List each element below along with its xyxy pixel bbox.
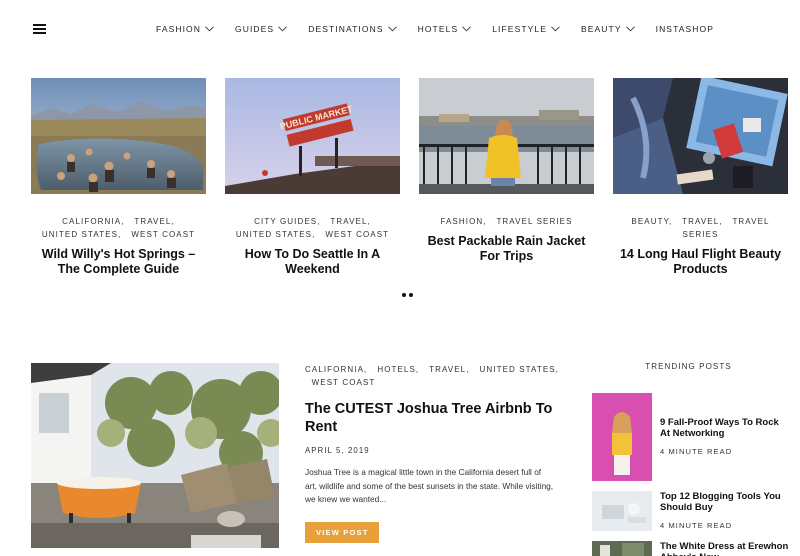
category-link[interactable]: UNITED STATES	[236, 230, 312, 239]
category-link[interactable]: CALIFORNIA	[305, 365, 364, 374]
post-title[interactable]: Best Packable Rain Jacket For Trips	[419, 234, 594, 264]
trending-post-title[interactable]: The White Dress at Erewhon Abbey's New	[660, 541, 790, 556]
category-link[interactable]: TRAVEL	[330, 217, 367, 226]
category-link[interactable]: UNITED STATES	[480, 365, 556, 374]
carousel-card: FASHION, TRAVEL SERIES Best Packable Rai…	[419, 78, 594, 264]
read-time: 4 MINUTE READ	[660, 447, 733, 456]
view-post-button[interactable]: VIEW POST	[305, 521, 380, 543]
trending-thumbnail[interactable]	[592, 541, 652, 556]
post-thumbnail-hot-springs[interactable]	[31, 78, 206, 194]
nav-item-instashop[interactable]: INSTASHOP	[656, 24, 714, 34]
featured-post-image[interactable]	[31, 363, 279, 548]
category-link[interactable]: TRAVEL	[682, 217, 719, 226]
nav-item-lifestyle[interactable]: LIFESTYLE	[492, 24, 560, 34]
post-title[interactable]: Wild Willy's Hot Springs – The Complete …	[31, 247, 206, 277]
category-link[interactable]: WEST COAST	[325, 230, 389, 239]
post-categories: FASHION, TRAVEL SERIES	[440, 217, 573, 226]
category-link[interactable]: CITY GUIDES	[254, 217, 317, 226]
chevron-down-icon	[551, 26, 560, 32]
trending-item: The White Dress at Erewhon Abbey's New	[592, 541, 790, 556]
category-link[interactable]: WEST COAST	[131, 230, 195, 239]
chevron-down-icon	[278, 26, 288, 32]
trending-item: 9 Fall-Proof Ways To Rock At Networking …	[592, 393, 790, 481]
post-title[interactable]: 14 Long Haul Flight Beauty Products	[613, 247, 788, 277]
nav-item-hotels[interactable]: HOTELS	[418, 24, 472, 34]
trending-heading: TRENDING POSTS	[645, 362, 732, 371]
category-link[interactable]: UNITED STATES	[42, 230, 118, 239]
post-thumbnail-beauty-products[interactable]	[613, 78, 788, 194]
trending-thumbnail[interactable]	[592, 393, 652, 481]
category-link[interactable]: TRAVEL SERIES	[496, 217, 572, 226]
carousel-card: PUBLIC MARKET CITY GUIDES, TRAVEL, UNITE…	[225, 78, 400, 277]
post-categories: CALIFORNIA, TRAVEL, UNITED STATES, WEST …	[41, 217, 196, 239]
nav-label: BEAUTY	[581, 24, 622, 34]
category-link[interactable]: TRAVEL	[429, 365, 466, 374]
category-link[interactable]: BEAUTY	[631, 217, 669, 226]
post-categories: BEAUTY, TRAVEL, TRAVEL SERIES	[631, 217, 770, 239]
trending-item: Top 12 Blogging Tools You Should Buy 4 M…	[592, 491, 790, 531]
nav-label: INSTASHOP	[655, 24, 714, 34]
nav-item-guides[interactable]: GUIDES	[235, 24, 288, 34]
post-date: APRIL 5, 2019	[305, 446, 370, 455]
nav-label: GUIDES	[235, 24, 275, 34]
category-link[interactable]: FASHION	[440, 217, 483, 226]
chevron-down-icon	[462, 26, 472, 32]
nav-label: FASHION	[156, 24, 202, 34]
main-nav: FASHION GUIDES DESTINATIONS HOTELS LIFES…	[156, 24, 714, 34]
trending-thumbnail[interactable]	[592, 491, 652, 531]
category-link[interactable]: HOTELS	[377, 365, 416, 374]
post-thumbnail-rain-jacket[interactable]	[419, 78, 594, 194]
nav-item-fashion[interactable]: FASHION	[156, 24, 214, 34]
carousel-dot[interactable]	[402, 293, 406, 297]
read-time: 4 MINUTE READ	[660, 521, 733, 530]
chevron-down-icon	[205, 26, 214, 32]
menu-icon[interactable]	[33, 24, 46, 34]
carousel-card: BEAUTY, TRAVEL, TRAVEL SERIES 14 Long Ha…	[613, 78, 788, 277]
category-link[interactable]: TRAVEL	[134, 217, 171, 226]
post-thumbnail-public-market[interactable]: PUBLIC MARKET	[225, 78, 400, 194]
carousel-dot[interactable]	[409, 293, 413, 297]
category-link[interactable]: WEST COAST	[312, 378, 376, 387]
nav-label: LIFESTYLE	[492, 24, 547, 34]
trending-post-title[interactable]: Top 12 Blogging Tools You Should Buy	[660, 491, 790, 513]
category-link[interactable]: CALIFORNIA	[62, 217, 121, 226]
nav-item-beauty[interactable]: BEAUTY	[581, 24, 635, 34]
carousel-pagination	[402, 293, 413, 297]
trending-post-title[interactable]: 9 Fall-Proof Ways To Rock At Networking	[660, 417, 790, 439]
chevron-down-icon	[625, 26, 635, 32]
nav-item-destinations[interactable]: DESTINATIONS	[308, 24, 397, 34]
post-title[interactable]: How To Do Seattle In A Weekend	[225, 247, 400, 277]
nav-label: HOTELS	[417, 24, 459, 34]
featured-post-title[interactable]: The CUTEST Joshua Tree Airbnb To Rent	[305, 400, 560, 436]
featured-post: CALIFORNIA, HOTELS, TRAVEL, UNITED STATE…	[305, 363, 560, 543]
post-categories: CALIFORNIA, HOTELS, TRAVEL, UNITED STATE…	[305, 365, 560, 387]
post-categories: CITY GUIDES, TRAVEL, UNITED STATES, WEST…	[235, 217, 390, 239]
nav-label: DESTINATIONS	[308, 24, 384, 34]
carousel-card: CALIFORNIA, TRAVEL, UNITED STATES, WEST …	[31, 78, 206, 277]
chevron-down-icon	[387, 26, 397, 32]
post-excerpt: Joshua Tree is a magical little town in …	[305, 467, 554, 504]
